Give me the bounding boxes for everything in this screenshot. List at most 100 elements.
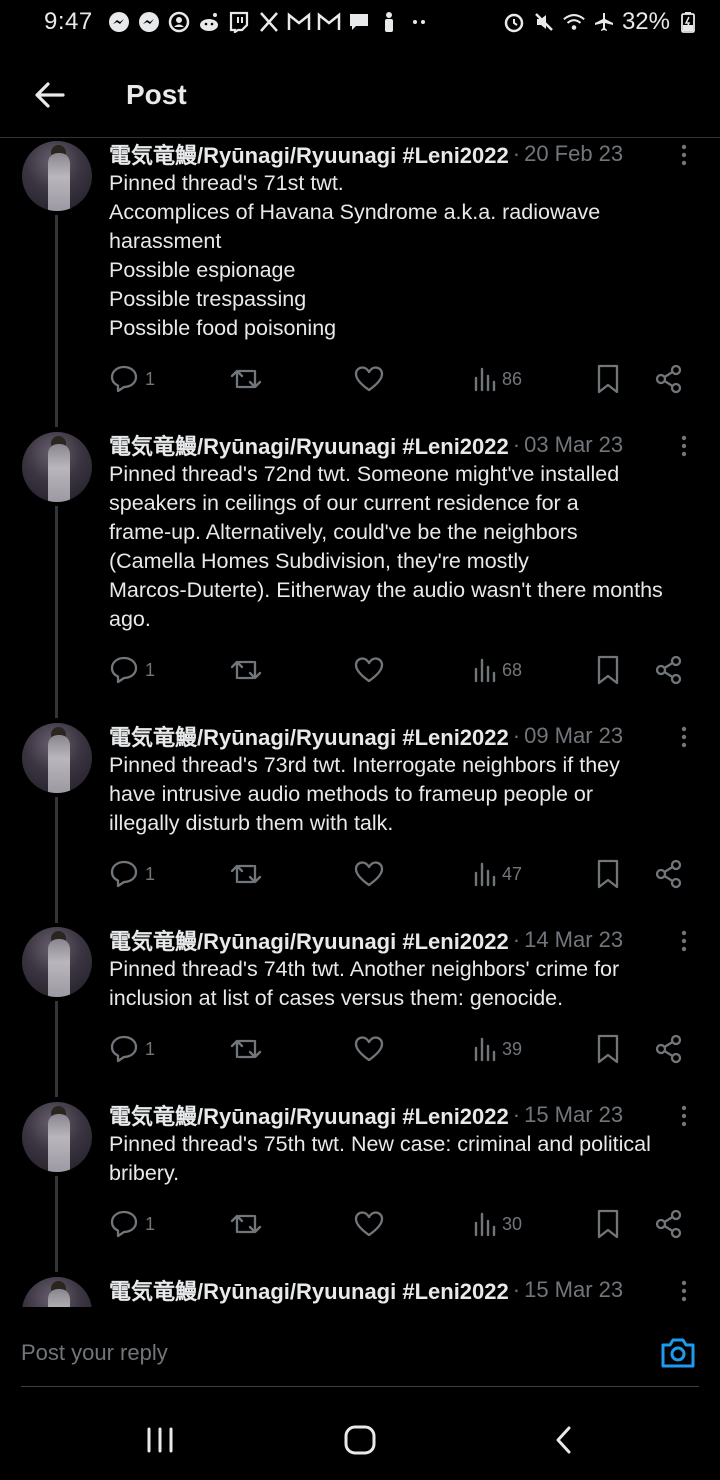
like-button[interactable] [354, 652, 384, 688]
like-button[interactable] [354, 361, 384, 397]
messenger-icon [137, 10, 161, 34]
repost-button[interactable] [229, 1031, 263, 1067]
reply-input[interactable]: Post your reply [21, 1340, 168, 1366]
account-icon [167, 10, 191, 34]
avatar[interactable] [22, 1102, 92, 1172]
recent-apps-button[interactable] [140, 1422, 180, 1458]
like-button[interactable] [354, 1206, 384, 1242]
post-date[interactable]: 03 Mar 23 [524, 432, 623, 458]
repost-button[interactable] [229, 1206, 263, 1242]
post-text-line: frame-up. Alternatively, could've be the… [109, 520, 578, 544]
views-button[interactable]: 39 [474, 1031, 522, 1067]
avatar[interactable] [22, 432, 92, 502]
more-options-button[interactable] [670, 1277, 698, 1305]
views-button[interactable]: 47 [474, 856, 522, 892]
post-text-line: ago. [109, 607, 151, 631]
airplane-icon [592, 10, 616, 34]
post-date[interactable]: 14 Mar 23 [524, 927, 623, 953]
author-name[interactable]: 電気竜鰻/Ryūnagi/Ryuunagi #Leni2022 [109, 1099, 509, 1131]
reply-button[interactable]: 1 [109, 1031, 155, 1067]
share-icon [655, 655, 682, 685]
like-button[interactable] [354, 1031, 384, 1067]
post-header: 電気竜鰻/Ryūnagi/Ryuunagi #Leni2022 · 15 Mar… [109, 1100, 623, 1130]
vertical-dots-icon [681, 1105, 687, 1127]
like-button[interactable] [354, 856, 384, 892]
post-text-line: speakers in ceilings of our current resi… [109, 491, 579, 515]
author-name[interactable]: 電気竜鰻/Ryūnagi/Ryuunagi #Leni2022 [109, 139, 509, 170]
gmail-icon [287, 10, 311, 34]
views-chart-icon [474, 1212, 496, 1237]
share-button[interactable] [654, 361, 684, 397]
author-name[interactable]: 電気竜鰻/Ryūnagi/Ryuunagi #Leni2022 [109, 924, 509, 956]
post-text: Pinned thread's 74th twt. Another neighb… [109, 955, 704, 1013]
post-header: 電気竜鰻/Ryūnagi/Ryuunagi #Leni2022 · 09 Mar… [109, 721, 623, 751]
share-icon [655, 859, 682, 889]
back-button[interactable] [20, 65, 80, 125]
repost-button[interactable] [229, 652, 263, 688]
share-button[interactable] [654, 1031, 684, 1067]
reply-icon [110, 1035, 138, 1063]
reply-button[interactable]: 1 [109, 1206, 155, 1242]
reply-icon [110, 365, 138, 393]
avatar[interactable] [22, 723, 92, 793]
more-options-button[interactable] [670, 927, 698, 955]
thread-feed[interactable]: 電気竜鰻/Ryūnagi/Ryuunagi #Leni2022 · 20 Feb… [0, 139, 720, 1307]
camera-button[interactable] [660, 1336, 696, 1372]
author-name[interactable]: 電気竜鰻/Ryūnagi/Ryuunagi #Leni2022 [109, 1274, 509, 1306]
thread-connector [55, 506, 58, 718]
gmail-icon [317, 10, 341, 34]
heart-icon [354, 861, 384, 887]
bookmark-button[interactable] [596, 1206, 620, 1242]
more-options-button[interactable] [670, 1102, 698, 1130]
share-button[interactable] [654, 856, 684, 892]
post-date[interactable]: 15 Mar 23 [524, 1277, 623, 1303]
views-button[interactable]: 68 [474, 652, 522, 688]
repost-button[interactable] [229, 856, 263, 892]
bookmark-button[interactable] [596, 361, 620, 397]
bookmark-icon [597, 655, 619, 685]
more-options-button[interactable] [670, 141, 698, 169]
post-date[interactable]: 09 Mar 23 [524, 723, 623, 749]
home-button[interactable] [340, 1422, 380, 1458]
author-name[interactable]: 電気竜鰻/Ryūnagi/Ryuunagi #Leni2022 [109, 429, 509, 461]
reply-divider [21, 1386, 699, 1387]
thread-connector [55, 215, 58, 427]
bookmark-button[interactable] [596, 652, 620, 688]
x-icon [257, 10, 281, 34]
status-bar: 9:47 32% [0, 0, 720, 44]
bookmark-button[interactable] [596, 856, 620, 892]
back-nav-button[interactable] [544, 1422, 584, 1458]
reply-count: 1 [145, 863, 156, 884]
reply-count: 1 [145, 659, 156, 680]
avatar[interactable] [22, 141, 92, 211]
more-options-button[interactable] [670, 723, 698, 751]
view-count: 39 [502, 1038, 523, 1059]
bookmark-button[interactable] [596, 1031, 620, 1067]
reply-button[interactable]: 1 [109, 856, 155, 892]
repost-icon [230, 660, 262, 680]
post-actions: 1 68 [109, 652, 699, 688]
views-button[interactable]: 86 [474, 361, 522, 397]
wifi-icon [562, 10, 586, 34]
views-button[interactable]: 30 [474, 1206, 522, 1242]
post-text-line: (Camella Homes Subdivision, they're most… [109, 549, 529, 573]
author-name[interactable]: 電気竜鰻/Ryūnagi/Ryuunagi #Leni2022 [109, 720, 509, 752]
heart-icon [354, 1036, 384, 1062]
bookmark-icon [597, 1209, 619, 1239]
post-date[interactable]: 20 Feb 23 [524, 141, 623, 167]
post-text-line: bribery. [109, 1161, 180, 1185]
views-chart-icon [474, 862, 496, 887]
reply-button[interactable]: 1 [109, 652, 155, 688]
avatar[interactable] [22, 1277, 92, 1307]
share-icon [655, 1209, 682, 1239]
heart-icon [354, 366, 384, 392]
share-button[interactable] [654, 652, 684, 688]
repost-button[interactable] [229, 361, 263, 397]
avatar[interactable] [22, 927, 92, 997]
reply-button[interactable]: 1 [109, 361, 155, 397]
post-date[interactable]: 15 Mar 23 [524, 1102, 623, 1128]
share-button[interactable] [654, 1206, 684, 1242]
separator: · [512, 432, 521, 457]
more-options-button[interactable] [670, 432, 698, 460]
more-dots-icon [407, 10, 431, 34]
